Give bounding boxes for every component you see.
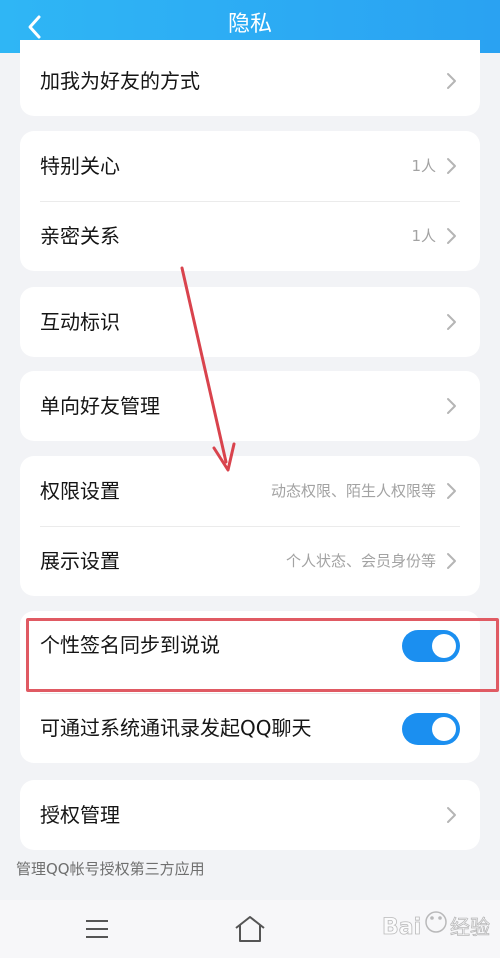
row-one-way-friends[interactable]: 单向好友管理: [20, 371, 480, 441]
card-settings: 权限设置 动态权限、陌生人权限等 展示设置 个人状态、会员身份等: [20, 456, 480, 596]
card-special: 特别关心 1人 亲密关系 1人: [20, 131, 480, 271]
row-label: 展示设置: [40, 549, 120, 573]
chevron-right-icon: [447, 483, 456, 499]
row-add-friend-method[interactable]: 加我为好友的方式: [20, 46, 480, 116]
row-special-care[interactable]: 特别关心 1人: [20, 131, 480, 201]
row-value: 1人: [411, 157, 436, 175]
row-value: 1人: [411, 227, 436, 245]
row-value: 动态权限、陌生人权限等: [270, 482, 436, 500]
card-interaction: 互动标识: [20, 287, 480, 357]
highlight-box: [26, 618, 499, 692]
svg-text:经验: 经验: [450, 915, 490, 939]
row-label: 单向好友管理: [40, 394, 160, 418]
chevron-right-icon: [447, 807, 456, 823]
row-value: 个人状态、会员身份等: [285, 552, 436, 570]
row-interaction-mark[interactable]: 互动标识: [20, 287, 480, 357]
chevron-right-icon: [447, 158, 456, 174]
chevron-right-icon: [447, 398, 456, 414]
chevron-right-icon: [447, 553, 456, 569]
row-label: 亲密关系: [40, 224, 120, 248]
row-intimate[interactable]: 亲密关系 1人: [20, 201, 480, 271]
row-label: 授权管理: [40, 803, 120, 827]
row-authorization[interactable]: 授权管理: [20, 780, 480, 850]
chevron-right-icon: [447, 228, 456, 244]
menu-icon[interactable]: [84, 918, 110, 940]
baidu-jingyan-watermark: Bai 经验: [382, 911, 490, 940]
card-add-friend: 加我为好友的方式: [20, 40, 480, 116]
row-label: 加我为好友的方式: [40, 69, 200, 93]
row-label: 互动标识: [40, 310, 120, 334]
chevron-right-icon: [447, 314, 456, 330]
svg-text:Bai: Bai: [382, 915, 421, 940]
row-label: 可通过系统通讯录发起QQ聊天: [40, 716, 312, 740]
row-label: 特别关心: [40, 154, 120, 178]
authorization-footnote: 管理QQ帐号授权第三方应用: [16, 860, 205, 878]
chevron-right-icon: [447, 73, 456, 89]
row-contacts-chat: 可通过系统通讯录发起QQ聊天: [20, 693, 480, 763]
row-permission[interactable]: 权限设置 动态权限、陌生人权限等: [20, 456, 480, 526]
row-label: 权限设置: [40, 479, 120, 503]
card-authorization: 授权管理: [20, 780, 480, 850]
card-one-way: 单向好友管理: [20, 371, 480, 441]
row-display[interactable]: 展示设置 个人状态、会员身份等: [20, 526, 480, 596]
contacts-chat-toggle[interactable]: [402, 713, 460, 745]
home-icon[interactable]: [233, 914, 267, 944]
toggle-knob: [432, 717, 456, 741]
